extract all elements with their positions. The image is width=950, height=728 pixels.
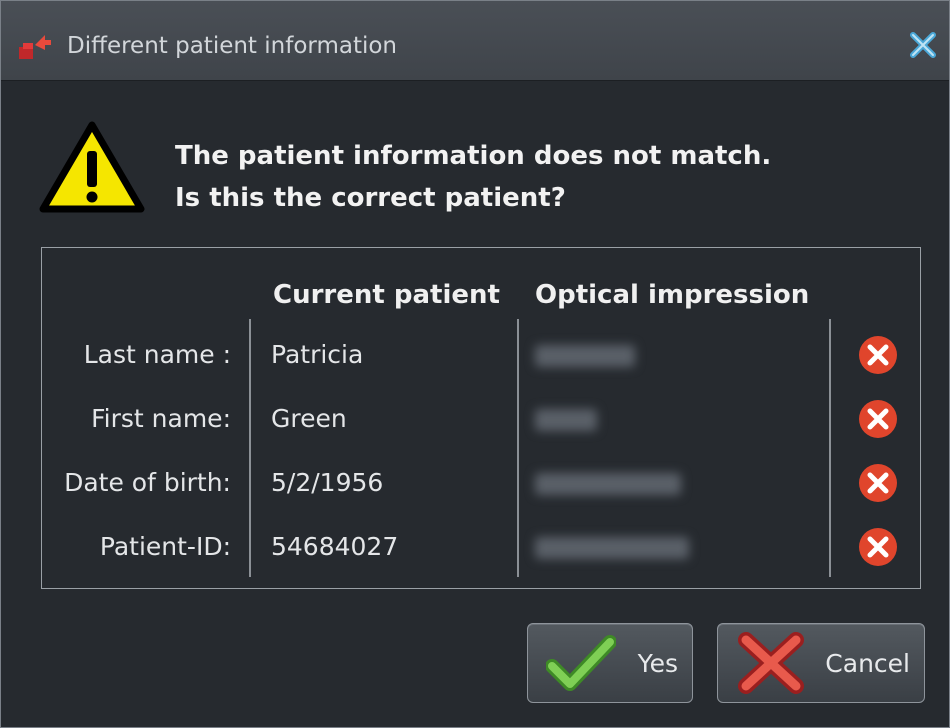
remove-icon[interactable] (856, 397, 900, 441)
label-first-name: First name: (91, 404, 231, 433)
checkmark-icon (546, 635, 616, 691)
patient-transfer-icon (19, 35, 51, 59)
optical-first-name-blurred (535, 409, 597, 431)
warning-icon (39, 121, 145, 213)
current-date-of-birth: 5/2/1956 (271, 468, 384, 497)
optical-last-name-blurred (535, 345, 635, 367)
optical-patient-id-blurred (535, 537, 689, 559)
remove-icon[interactable] (856, 333, 900, 377)
column-divider (249, 319, 251, 577)
optical-date-of-birth-blurred (535, 473, 681, 495)
cancel-button[interactable]: Cancel (717, 623, 925, 703)
cancel-button-label: Cancel (825, 649, 910, 678)
label-last-name: Last name : (83, 340, 231, 369)
cancel-x-icon (738, 632, 804, 694)
remove-icon[interactable] (856, 525, 900, 569)
message: The patient information does not match. … (175, 135, 771, 219)
current-last-name: Patricia (271, 340, 364, 369)
remove-icon[interactable] (856, 461, 900, 505)
column-divider (829, 319, 831, 577)
current-first-name: Green (271, 404, 347, 433)
message-line-1: The patient information does not match. (175, 141, 772, 171)
close-icon[interactable] (907, 29, 939, 61)
header-optical-impression: Optical impression (535, 280, 810, 310)
message-line-2: Is this the correct patient? (175, 183, 566, 213)
label-patient-id: Patient-ID: (99, 532, 231, 561)
patient-mismatch-dialog: Different patient information The patien… (0, 0, 950, 728)
yes-button[interactable]: Yes (527, 623, 693, 703)
yes-button-label: Yes (637, 649, 678, 678)
title-bar: Different patient information (1, 1, 949, 81)
window-title: Different patient information (67, 33, 398, 59)
current-patient-id: 54684027 (271, 532, 399, 561)
column-divider (517, 319, 519, 577)
label-date-of-birth: Date of birth: (64, 468, 231, 497)
header-current-patient: Current patient (273, 280, 500, 310)
